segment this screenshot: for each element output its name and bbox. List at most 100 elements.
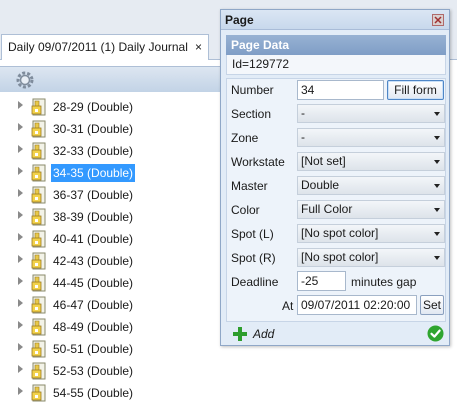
tree-row-label: 30-31 (Double) [53, 122, 134, 136]
master-select[interactable]: Double [297, 176, 445, 195]
tree-row-label: 40-41 (Double) [53, 232, 134, 246]
color-select[interactable]: Full Color [297, 200, 445, 219]
spot-r-select[interactable]: [No spot color] [297, 248, 445, 267]
page-icon [30, 185, 48, 205]
zone-select[interactable]: - [297, 128, 445, 147]
tree-row[interactable]: 54-55 (Double) [0, 382, 225, 404]
spot-l-select[interactable]: [No spot color] [297, 224, 445, 243]
workstate-select[interactable]: [Not set] [297, 152, 445, 171]
document-tab[interactable]: Daily 09/07/2011 (1) Daily Journal × [1, 34, 209, 60]
tree-row-label: 46-47 (Double) [53, 298, 134, 312]
tree-row[interactable]: 28-29 (Double) [0, 96, 225, 118]
plus-icon [232, 326, 248, 342]
tree-row-label: 48-49 (Double) [53, 320, 134, 334]
expand-arrow-icon[interactable] [18, 343, 23, 351]
section-select[interactable]: - [297, 104, 445, 123]
tree-row-label: 54-55 (Double) [53, 386, 134, 400]
zone-label: Zone [231, 131, 259, 145]
page-icon [30, 339, 48, 359]
at-datetime-input[interactable]: 09/07/2011 02:20:00 [297, 295, 417, 315]
tree-row-label: 50-51 (Double) [53, 342, 134, 356]
master-value: Double [301, 178, 340, 192]
at-label: At [282, 299, 294, 313]
expand-arrow-icon[interactable] [18, 321, 23, 329]
panel-title-bar[interactable]: Page [221, 10, 449, 30]
page-icon [30, 163, 48, 183]
checkmark-ok-icon[interactable] [427, 325, 444, 342]
tree-row[interactable]: 42-43 (Double) [0, 250, 225, 272]
tree-row[interactable]: 36-37 (Double) [0, 184, 225, 206]
page-icon [30, 273, 48, 293]
page-icon [30, 141, 48, 161]
spot-r-label: Spot (R) [231, 251, 276, 265]
expand-arrow-icon[interactable] [18, 387, 23, 395]
tree-row[interactable]: 44-45 (Double) [0, 272, 225, 294]
tree-row-label: 36-37 (Double) [53, 188, 134, 202]
close-panel-icon[interactable] [432, 14, 444, 26]
expand-arrow-icon[interactable] [18, 299, 23, 307]
page-icon [30, 97, 48, 117]
master-label: Master [231, 179, 268, 193]
chevron-down-icon [434, 160, 440, 164]
page-icon [30, 295, 48, 315]
expand-arrow-icon[interactable] [18, 233, 23, 241]
page-icon [30, 317, 48, 337]
fill-form-button[interactable]: Fill form [387, 80, 444, 100]
tree-row[interactable]: 40-41 (Double) [0, 228, 225, 250]
expand-arrow-icon[interactable] [18, 365, 23, 373]
tree-row-label: 44-45 (Double) [53, 276, 134, 290]
tree-row[interactable]: 30-31 (Double) [0, 118, 225, 140]
expand-arrow-icon[interactable] [18, 277, 23, 285]
page-icon [30, 229, 48, 249]
tree-row[interactable]: 34-35 (Double) [0, 162, 225, 184]
number-label: Number [231, 83, 274, 97]
workstate-label: Workstate [231, 155, 285, 169]
close-tab-icon[interactable]: × [195, 35, 202, 59]
page-icon [30, 207, 48, 227]
page-icon [30, 251, 48, 271]
number-input[interactable]: 34 [297, 80, 384, 100]
expand-arrow-icon[interactable] [18, 145, 23, 153]
page-data-header: Page Data [226, 35, 446, 55]
add-label: Add [253, 327, 275, 341]
document-tab-label: Daily 09/07/2011 (1) Daily Journal [8, 40, 188, 54]
tree-row[interactable]: 38-39 (Double) [0, 206, 225, 228]
tree-row[interactable]: 52-53 (Double) [0, 360, 225, 382]
spot-l-label: Spot (L) [231, 227, 274, 241]
chevron-down-icon [434, 184, 440, 188]
deadline-unit: minutes gap [351, 275, 417, 289]
chevron-down-icon [434, 256, 440, 260]
zone-value: - [301, 130, 305, 144]
tree-row[interactable]: 48-49 (Double) [0, 316, 225, 338]
tree-row[interactable]: 46-47 (Double) [0, 294, 225, 316]
expand-arrow-icon[interactable] [18, 123, 23, 131]
spot-l-value: [No spot color] [301, 226, 379, 240]
color-value: Full Color [301, 202, 353, 216]
spot-r-value: [No spot color] [301, 250, 379, 264]
tree-row-label: 52-53 (Double) [53, 364, 134, 378]
panel-title: Page [225, 13, 254, 27]
expand-arrow-icon[interactable] [18, 101, 23, 109]
expand-arrow-icon[interactable] [18, 211, 23, 219]
page-icon [30, 361, 48, 381]
deadline-label: Deadline [231, 275, 279, 289]
expand-arrow-icon[interactable] [18, 167, 23, 175]
chevron-down-icon [434, 136, 440, 140]
tree-row-label: 38-39 (Double) [53, 210, 134, 224]
color-label: Color [231, 203, 260, 217]
expand-arrow-icon[interactable] [18, 189, 23, 197]
tree-row[interactable]: 50-51 (Double) [0, 338, 225, 360]
gear-icon[interactable] [15, 70, 35, 90]
deadline-input[interactable]: -25 [297, 271, 346, 291]
page-icon [30, 383, 48, 403]
tree-row-label: 28-29 (Double) [53, 100, 134, 114]
tree-row[interactable]: 32-33 (Double) [0, 140, 225, 162]
page-icon [30, 119, 48, 139]
chevron-down-icon [434, 232, 440, 236]
set-button[interactable]: Set [420, 295, 444, 315]
tree-row-label: 42-43 (Double) [53, 254, 134, 268]
expand-arrow-icon[interactable] [18, 255, 23, 263]
chevron-down-icon [434, 112, 440, 116]
page-tree: 28-29 (Double) 30-31 (Double) 32-33 (Doubl… [0, 96, 225, 402]
section-label: Section [231, 107, 272, 121]
